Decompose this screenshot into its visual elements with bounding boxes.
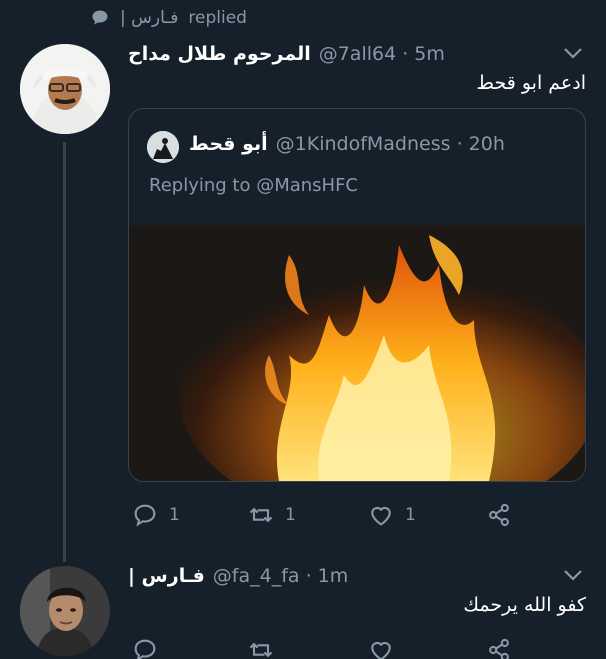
speech-bubble-icon	[92, 10, 108, 25]
retweet-count: 1	[285, 505, 296, 525]
reply-count: 1	[169, 505, 180, 525]
reply-icon[interactable]	[131, 636, 159, 659]
tweet-header: المرحوم طلال مداح @7all64 · 5m	[128, 43, 445, 65]
tweet-actions	[131, 636, 531, 659]
context-action: replied	[188, 8, 247, 28]
reply-context: فـارس | replied	[90, 6, 247, 30]
retweet-icon	[249, 507, 273, 523]
quoted-tweet[interactable]: أبو قحط @1KindofMadness · 20h Replying t…	[128, 108, 586, 482]
fire-flames-photo[interactable]	[129, 225, 585, 481]
tweet-header: فـارس | @fa_4_fa · 1m	[128, 565, 348, 587]
share-button[interactable]	[485, 501, 513, 529]
handle-time[interactable]: @7all64 · 5m	[319, 43, 445, 65]
tweet-actions: 1 1 1	[131, 500, 531, 530]
share-icon[interactable]	[485, 636, 513, 659]
replying-to: Replying to @MansHFC	[149, 175, 359, 196]
tweet-text: ادعم ابو قحط	[476, 72, 586, 94]
tweet-text: كفو الله يرحمك	[463, 594, 586, 616]
quoted-avatar	[147, 131, 179, 163]
quoted-header: أبو قحط @1KindofMadness · 20h	[189, 133, 505, 155]
thread-connector	[63, 142, 66, 562]
share-icon	[489, 503, 509, 527]
retweet-icon[interactable]	[247, 636, 275, 659]
retweet-button[interactable]: 1	[247, 501, 296, 529]
reply-icon	[134, 504, 156, 527]
like-button[interactable]: 1	[367, 501, 416, 529]
chevron-down-icon[interactable]	[563, 568, 583, 582]
avatar[interactable]	[20, 566, 110, 656]
display-name[interactable]: المرحوم طلال مداح	[128, 43, 311, 65]
context-name[interactable]: فـارس |	[120, 8, 178, 28]
quoted-display-name: أبو قحط	[189, 133, 268, 155]
heart-icon[interactable]	[367, 636, 395, 659]
like-count: 1	[405, 505, 416, 525]
handle-time[interactable]: @fa_4_fa · 1m	[213, 565, 348, 587]
reply-button[interactable]: 1	[131, 501, 180, 529]
display-name[interactable]: فـارس |	[128, 565, 205, 587]
quoted-handle-time: @1KindofMadness · 20h	[275, 133, 505, 155]
avatar[interactable]	[20, 44, 110, 134]
chevron-down-icon[interactable]	[563, 46, 583, 60]
heart-icon	[371, 506, 391, 526]
